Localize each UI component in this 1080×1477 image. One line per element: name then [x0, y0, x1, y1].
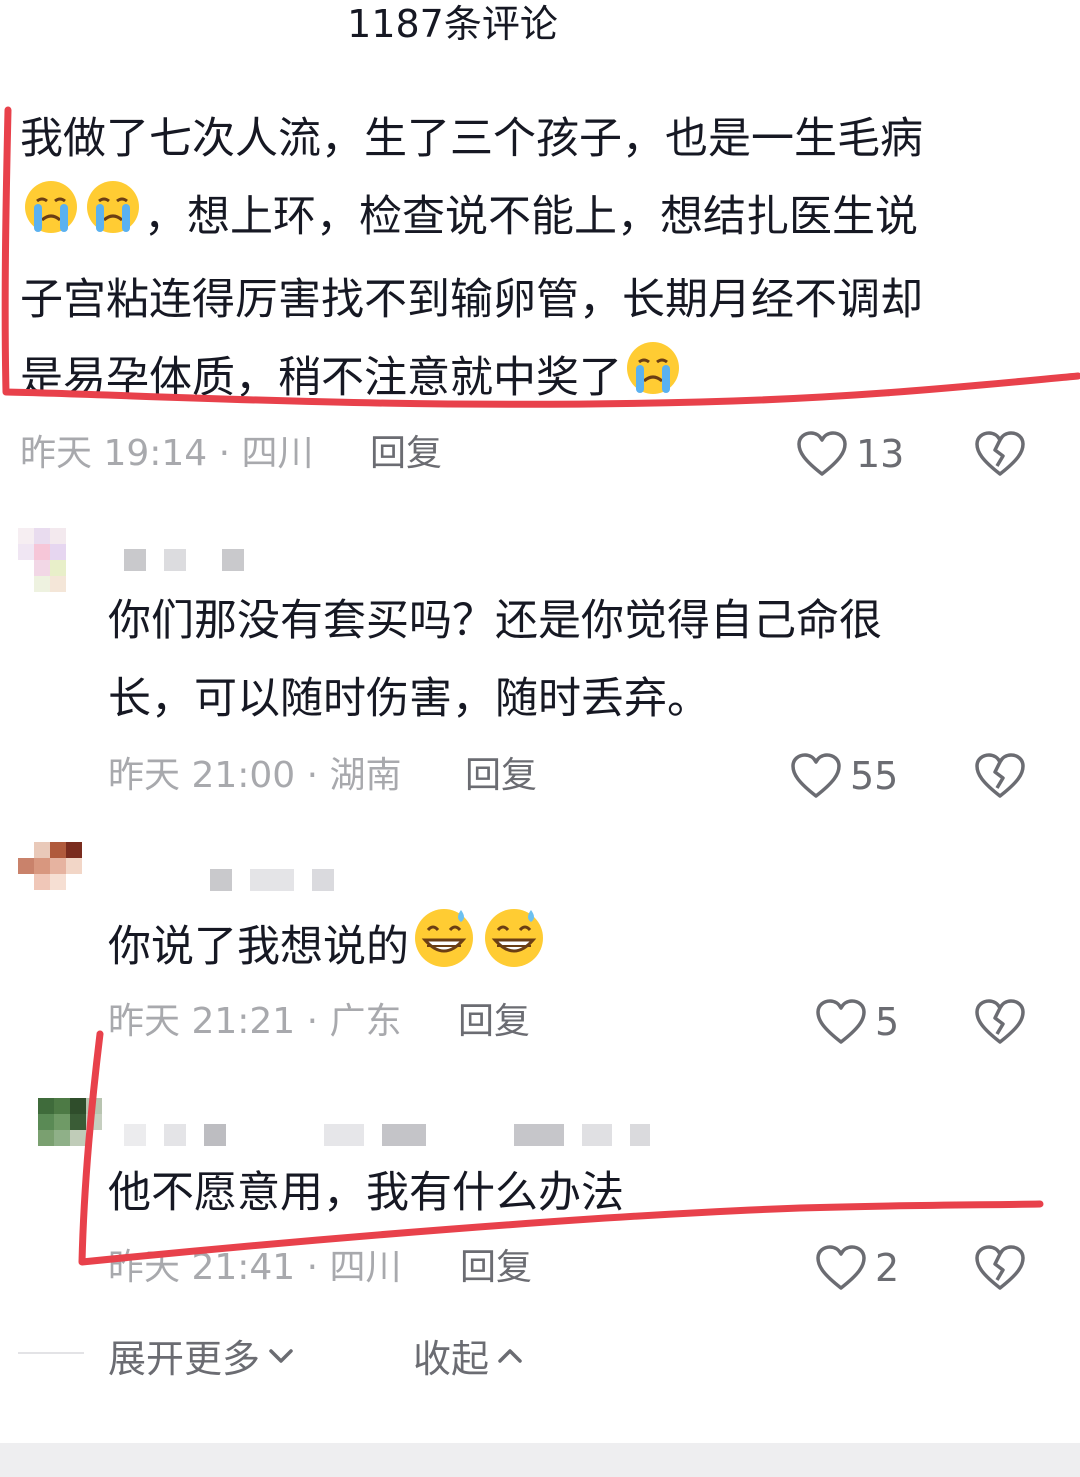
comment-2-timestamp-location: 昨天 21:00 · 湖南 [108, 755, 402, 796]
comment-3-like-count: 5 [875, 1000, 900, 1044]
comment-1-timestamp-location: 昨天 19:14 · 四川 [20, 433, 314, 474]
grinning-sweat-face-emoji [481, 904, 547, 995]
grinning-sweat-face-emoji [411, 904, 477, 995]
comment-3-text: 你说了我想说的 [108, 922, 409, 972]
comment-2-line-2: 长，可以随时伤害，随时丢弃。 [108, 674, 710, 724]
comment-4-dislike-button[interactable] [974, 1242, 1026, 1294]
collapse-label: 收起 [413, 1337, 490, 1381]
chevron-up-icon [498, 1348, 522, 1363]
comment-2: 你们那没有套买吗？还是你觉得自己命很 长，可以随时伤害，随时丢弃。 [108, 582, 882, 738]
comment-4: 他不愿意用，我有什么办法 [108, 1154, 624, 1232]
username-blurred[interactable] [124, 1120, 650, 1150]
comment-1-like-count: 13 [856, 432, 905, 476]
crying-face-emoji [624, 339, 682, 422]
comment-1-line-2: ，想上环，检查说不能上，想结扎医生说 [20, 178, 923, 261]
crying-face-emoji [22, 178, 80, 261]
heart-outline-icon [790, 752, 842, 800]
comment-3-timestamp-location: 昨天 21:21 · 广东 [108, 1001, 402, 1042]
heart-outline-icon [796, 430, 848, 478]
username-blurred[interactable] [124, 545, 244, 575]
avatar[interactable] [18, 842, 82, 906]
comment-1-like-button[interactable]: 13 [796, 428, 904, 480]
comment-3-reply-button[interactable]: 回复 [458, 1000, 530, 1044]
chevron-down-icon [269, 1348, 293, 1363]
collapse-button[interactable]: 收起 [413, 1328, 525, 1383]
username-blurred[interactable] [210, 865, 334, 895]
divider [18, 1352, 84, 1354]
comment-2-like-count: 55 [850, 754, 899, 798]
comment-2-line-1: 你们那没有套买吗？还是你觉得自己命很 [108, 596, 882, 646]
comment-3-like-button[interactable]: 5 [815, 996, 899, 1048]
heart-outline-icon [815, 998, 867, 1046]
comment-3-line-1: 你说了我想说的 [108, 904, 549, 995]
comment-2-like-button[interactable]: 55 [790, 750, 898, 802]
bottom-comment-bar[interactable] [0, 1443, 1080, 1477]
comment-4-line-1: 他不愿意用，我有什么办法 [108, 1168, 624, 1218]
crying-face-emoji [84, 178, 142, 261]
comment-1-dislike-button[interactable] [974, 428, 1026, 480]
comment-2-reply-button[interactable]: 回复 [465, 754, 537, 798]
comment-4-like-button[interactable]: 2 [815, 1242, 899, 1294]
comment-2-dislike-button[interactable] [974, 750, 1026, 802]
avatar[interactable] [38, 1098, 102, 1162]
comment-1-line-3: 子宫粘连得厉害找不到输卵管，长期月经不调却 [20, 275, 923, 325]
comment-3-dislike-button[interactable] [974, 996, 1026, 1048]
avatar[interactable] [18, 528, 82, 592]
comment-1: 我做了七次人流，生了三个孩子，也是一生毛病 ，想上环，检查说不能上，想结扎医生说… [20, 100, 923, 422]
comment-1-reply-button[interactable]: 回复 [370, 432, 442, 476]
comment-1-line-2-text: ，想上环，检查说不能上，想结扎医生说 [144, 192, 918, 242]
broken-heart-icon [975, 753, 1025, 798]
broken-heart-icon [975, 999, 1025, 1044]
broken-heart-icon [975, 431, 1025, 476]
comments-count-title: 1187条评论 [347, 2, 558, 46]
comment-3: 你说了我想说的 [108, 904, 549, 995]
comment-1-line-1: 我做了七次人流，生了三个孩子，也是一生毛病 [20, 114, 923, 164]
comment-4-reply-button[interactable]: 回复 [460, 1246, 532, 1290]
comment-1-line-4-text: 是易孕体质，稍不注意就中奖了 [20, 353, 622, 403]
comment-4-like-count: 2 [875, 1246, 900, 1290]
broken-heart-icon [975, 1245, 1025, 1290]
expand-more-button[interactable]: 展开更多 [108, 1328, 296, 1383]
comment-4-timestamp-location: 昨天 21:41 · 四川 [108, 1247, 402, 1288]
expand-more-label: 展开更多 [108, 1337, 261, 1381]
heart-outline-icon [815, 1244, 867, 1292]
comment-1-line-4: 是易孕体质，稍不注意就中奖了 [20, 339, 923, 422]
